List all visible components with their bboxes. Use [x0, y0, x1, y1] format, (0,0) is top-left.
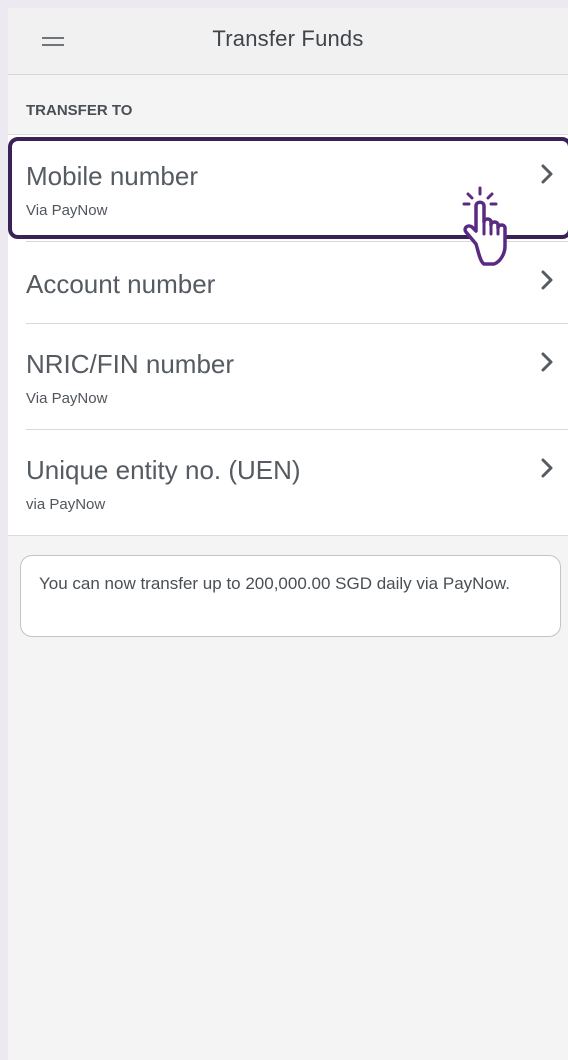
section-title-transfer-to: TRANSFER TO — [26, 102, 133, 119]
option-sublabel: Via PayNow — [26, 202, 108, 219]
daily-limit-text: You can now transfer up to 200,000.00 SG… — [39, 574, 510, 593]
left-edge — [0, 0, 8, 1060]
option-label: Unique entity no. (UEN) — [26, 455, 301, 485]
option-sublabel: via PayNow — [26, 496, 106, 513]
option-uen[interactable]: Unique entity no. (UEN) via PayNow — [8, 429, 568, 535]
option-nric-fin-number[interactable]: NRIC/FIN number Via PayNow — [8, 323, 568, 429]
app-header: Transfer Funds — [8, 8, 568, 75]
chevron-right-icon — [541, 352, 553, 372]
option-label: Account number — [26, 269, 216, 299]
top-edge — [0, 0, 568, 8]
chevron-right-icon — [541, 270, 553, 290]
chevron-right-icon — [541, 458, 553, 478]
option-sublabel: Via PayNow — [26, 390, 108, 407]
hand-pointer-icon — [462, 186, 507, 266]
chevron-right-icon — [541, 164, 553, 184]
option-label: NRIC/FIN number — [26, 349, 235, 379]
option-label: Mobile number — [26, 161, 198, 191]
daily-limit-notice: You can now transfer up to 200,000.00 SG… — [20, 555, 561, 637]
page-title: Transfer Funds — [212, 26, 364, 51]
